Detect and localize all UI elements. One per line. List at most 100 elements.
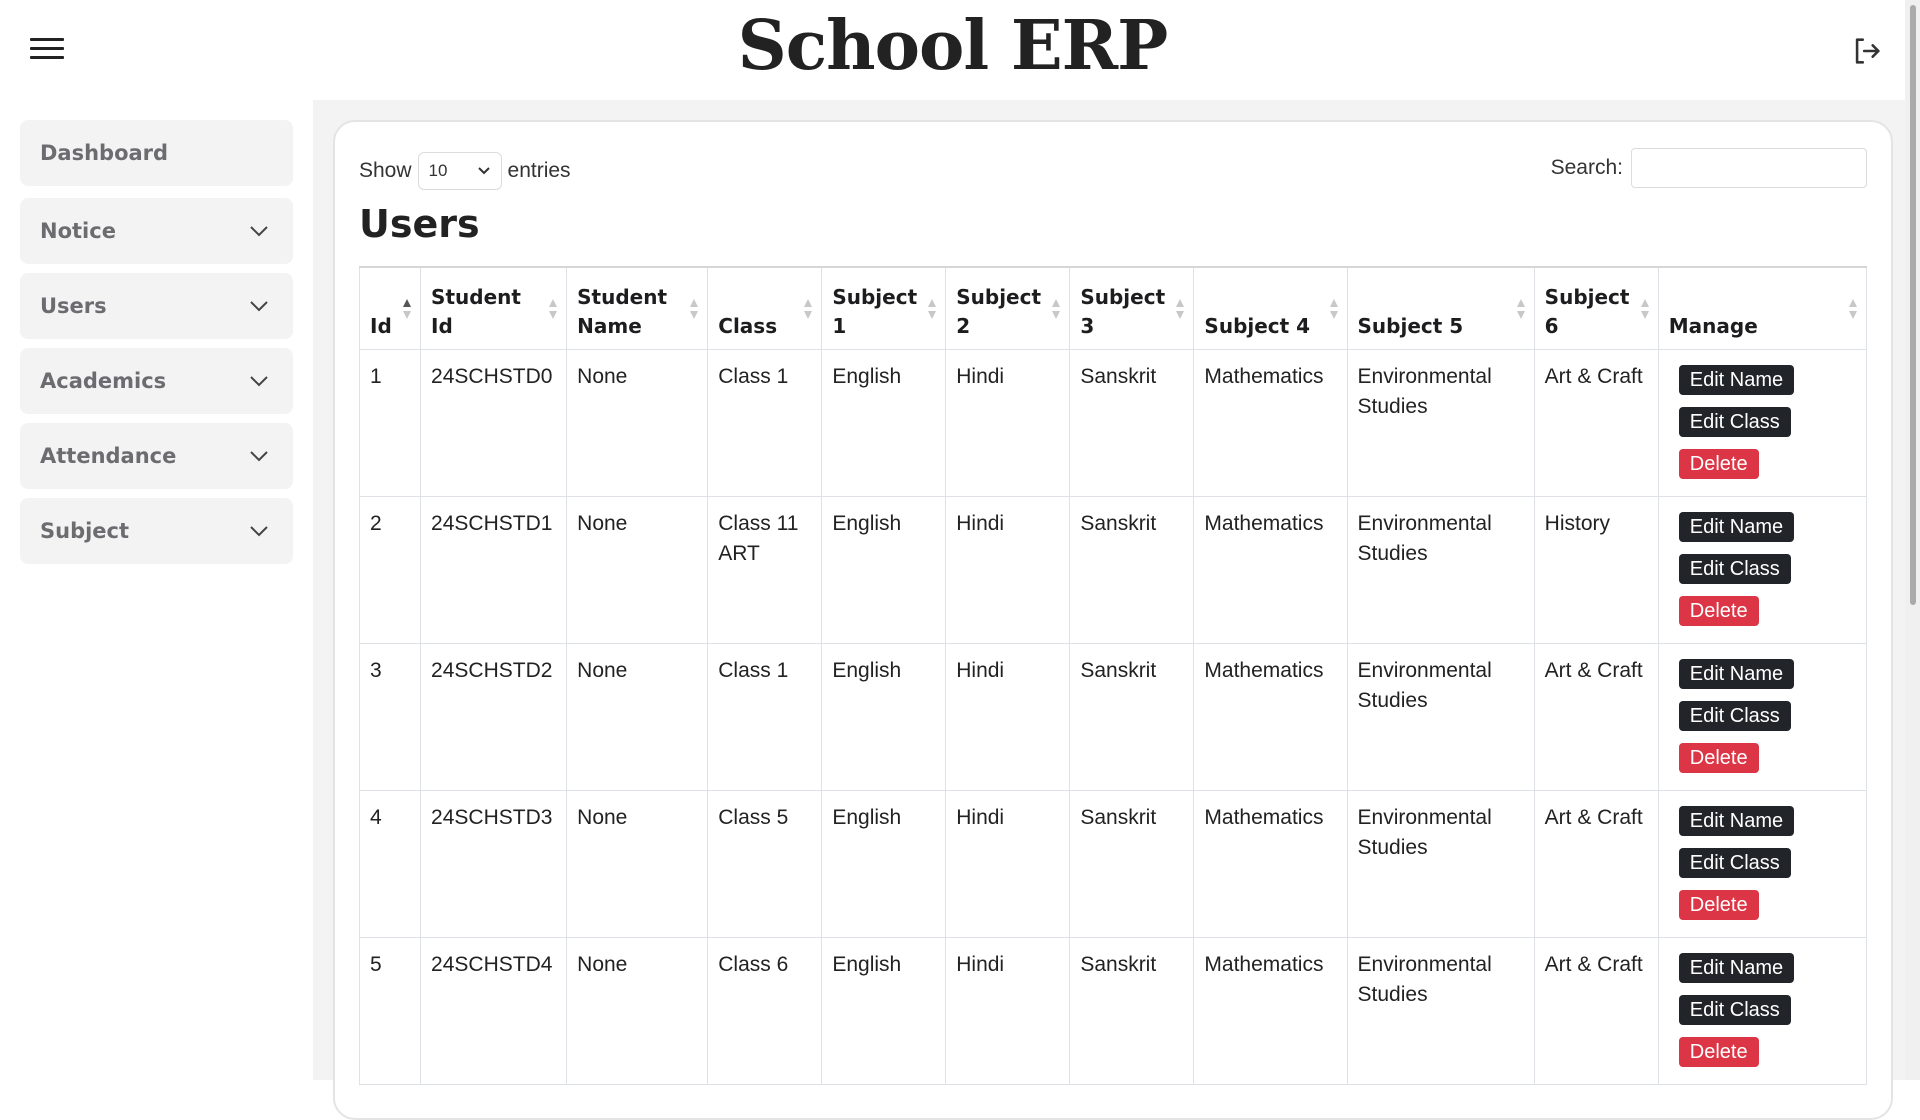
edit-class-button[interactable]: Edit Class [1678, 847, 1791, 878]
table-cell-subject-5: Environmental Studies [1346, 642, 1535, 791]
table-cell-subject-5: Environmental Studies [1346, 348, 1535, 497]
edit-name-button[interactable]: Edit Name [1678, 511, 1795, 542]
sort-icon [804, 299, 813, 319]
sort-icon [1640, 299, 1649, 319]
table-body: 1 24SCHSTD0 None Class 1 English Hindi Sanskri… [358, 348, 1868, 1085]
edit-class-button[interactable]: Edit Class [1678, 553, 1791, 584]
sidebar-item-subject[interactable]: Subject [20, 498, 293, 564]
table-cell-id: 5 [358, 936, 422, 1085]
table-cell-subject-5: Environmental Studies [1346, 495, 1535, 644]
sidebar-item-notice[interactable]: Notice [20, 198, 293, 264]
column-header-subject-4[interactable]: Subject 4 [1193, 266, 1348, 350]
column-header-label: Manage [1668, 313, 1758, 338]
column-header-subject-1[interactable]: Subject 1 [821, 266, 947, 350]
column-header-student-id[interactable]: Student Id [420, 266, 568, 350]
sidebar-item-label: Users [40, 294, 107, 318]
table-cell-subject-6: Art & Craft [1533, 348, 1659, 497]
main-content: Show 10 entries Search: Users Id Student … [313, 100, 1905, 1120]
delete-button[interactable]: Delete [1678, 1036, 1759, 1067]
edit-class-button[interactable]: Edit Class [1678, 994, 1791, 1025]
sort-icon [549, 299, 558, 319]
table-cell-subject-4: Mathematics [1193, 789, 1348, 938]
table-cell-subject-1: English [821, 348, 947, 497]
table-cell-subject-3: Sanskrit [1069, 936, 1195, 1085]
entries-select[interactable]: 10 [417, 152, 502, 190]
table-cell-student-id: 24SCHSTD0 [420, 348, 568, 497]
column-header-subject-3[interactable]: Subject 3 [1069, 266, 1195, 350]
sidebar-item-attendance[interactable]: Attendance [20, 423, 293, 489]
edit-name-button[interactable]: Edit Name [1678, 658, 1795, 689]
sidebar-item-label: Subject [40, 519, 130, 543]
column-header-label: Subject 1 [832, 284, 918, 338]
table-cell-subject-1: English [821, 789, 947, 938]
column-header-label: Subject 4 [1204, 313, 1311, 338]
sort-icon [1849, 299, 1857, 319]
table-cell-subject-2: Hindi [945, 642, 1071, 791]
table-cell-manage: Edit Name Edit Class Delete [1657, 642, 1868, 791]
sidebar-item-label: Dashboard [40, 141, 169, 165]
column-header-label: Student Name [577, 284, 668, 338]
table-row: 3 24SCHSTD2 None Class 1 English Hindi Sanskri… [358, 642, 1868, 791]
column-header-label: Subject 2 [956, 284, 1042, 338]
table-cell-class: Class 6 [707, 936, 823, 1085]
table-cell-subject-4: Mathematics [1193, 642, 1348, 791]
edit-class-button[interactable]: Edit Class [1678, 406, 1791, 437]
edit-class-button[interactable]: Edit Class [1678, 700, 1791, 731]
table-cell-student-name: None [566, 642, 709, 791]
column-header-subject-6[interactable]: Subject 6 [1533, 266, 1659, 350]
table-cell-subject-1: English [821, 936, 947, 1085]
top-bar: School ERP [0, 0, 1905, 100]
entries-control: Show 10 entries [359, 152, 571, 190]
column-header-id[interactable]: Id [358, 266, 422, 350]
users-card: Show 10 entries Search: Users Id Student … [333, 120, 1893, 1120]
sort-icon [690, 299, 699, 319]
table-cell-subject-3: Sanskrit [1069, 495, 1195, 644]
table-cell-id: 3 [358, 642, 422, 791]
column-header-subject-5[interactable]: Subject 5 [1346, 266, 1535, 350]
edit-name-button[interactable]: Edit Name [1678, 805, 1795, 836]
edit-name-button[interactable]: Edit Name [1678, 952, 1795, 983]
chevron-down-icon [477, 167, 490, 175]
column-header-label: Id [370, 313, 392, 338]
chevron-down-icon [250, 226, 268, 237]
column-header-subject-2[interactable]: Subject 2 [945, 266, 1071, 350]
table-cell-manage: Edit Name Edit Class Delete [1657, 348, 1868, 497]
table-cell-subject-4: Mathematics [1193, 348, 1348, 497]
search-input[interactable] [1631, 148, 1867, 188]
logout-icon[interactable] [1850, 34, 1884, 68]
sidebar-item-users[interactable]: Users [20, 273, 293, 339]
column-header-student-name[interactable]: Student Name [566, 266, 709, 350]
edit-name-button[interactable]: Edit Name [1678, 364, 1795, 395]
table-cell-student-name: None [566, 495, 709, 644]
sidebar: Dashboard Notice Users Academics Attendance S… [0, 100, 313, 1080]
delete-button[interactable]: Delete [1678, 595, 1759, 626]
delete-button[interactable]: Delete [1678, 742, 1759, 773]
table-cell-student-id: 24SCHSTD3 [420, 789, 568, 938]
table-cell-class: Class 1 [707, 348, 823, 497]
table-header-row: Id Student Id Student Name Class Subject 1 Su… [358, 266, 1868, 350]
table-row: 2 24SCHSTD1 None Class 11 ART English Hindi Sa… [358, 495, 1868, 644]
show-label: Show [359, 159, 412, 182]
table-cell-class: Class 1 [707, 642, 823, 791]
delete-button[interactable]: Delete [1678, 448, 1759, 479]
column-header-class[interactable]: Class [707, 266, 823, 350]
table-cell-subject-5: Environmental Studies [1346, 936, 1535, 1085]
table-cell-subject-3: Sanskrit [1069, 642, 1195, 791]
table-cell-subject-3: Sanskrit [1069, 348, 1195, 497]
table-cell-subject-6: Art & Craft [1533, 642, 1659, 791]
sidebar-item-dashboard[interactable]: Dashboard [20, 120, 293, 186]
chevron-down-icon [250, 301, 268, 312]
table-row: 4 24SCHSTD3 None Class 5 English Hindi Sanskri… [358, 789, 1868, 938]
table-cell-student-name: None [566, 348, 709, 497]
table-cell-subject-2: Hindi [945, 936, 1071, 1085]
chevron-down-icon [250, 376, 268, 387]
table-cell-subject-2: Hindi [945, 789, 1071, 938]
sidebar-item-academics[interactable]: Academics [20, 348, 293, 414]
section-title: Users [359, 202, 480, 246]
scrollbar-thumb[interactable] [1910, 5, 1916, 605]
sort-icon [1052, 299, 1061, 319]
delete-button[interactable]: Delete [1678, 889, 1759, 920]
column-header-manage[interactable]: Manage [1657, 266, 1868, 350]
table-cell-manage: Edit Name Edit Class Delete [1657, 936, 1868, 1085]
sort-icon [1329, 299, 1338, 319]
